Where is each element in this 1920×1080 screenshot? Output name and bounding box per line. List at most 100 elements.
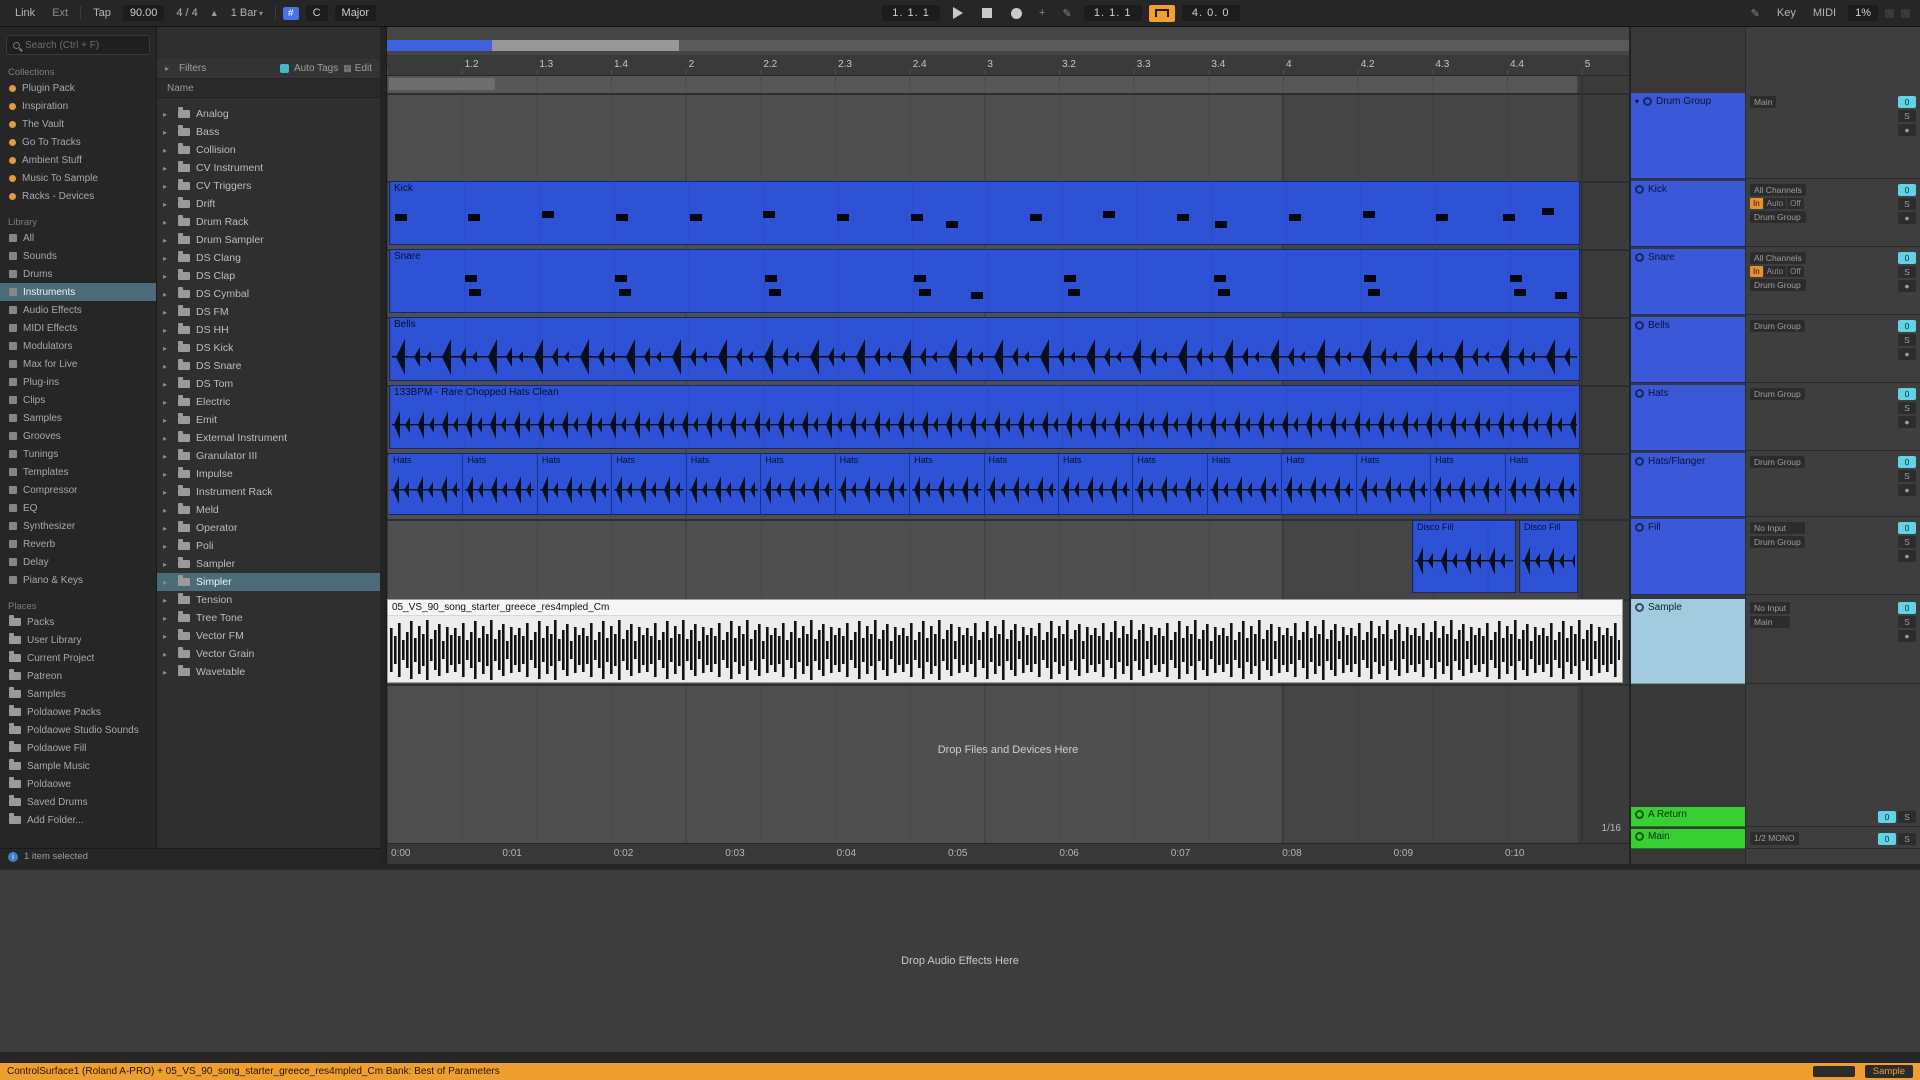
- device-item-emit[interactable]: ▸Emit: [157, 411, 380, 429]
- expand-triangle-icon[interactable]: ▸: [163, 470, 172, 479]
- expand-triangle-icon[interactable]: ▸: [163, 416, 172, 425]
- device-item-external-instrument[interactable]: ▸External Instrument: [157, 429, 380, 447]
- device-item-ds-fm[interactable]: ▸DS FM: [157, 303, 380, 321]
- solo-button[interactable]: S: [1898, 334, 1916, 346]
- sidebar-item-tunings[interactable]: Tunings: [0, 445, 156, 463]
- sidebar-item-modulators[interactable]: Modulators: [0, 337, 156, 355]
- expand-triangle-icon[interactable]: ▸: [163, 272, 172, 281]
- expand-triangle-icon[interactable]: ▸: [163, 650, 172, 659]
- arm-button[interactable]: ●: [1898, 416, 1916, 428]
- sidebar-item-sample-music[interactable]: Sample Music: [0, 757, 156, 775]
- expand-triangle-icon[interactable]: ▸: [163, 254, 172, 263]
- device-item-meld[interactable]: ▸Meld: [157, 501, 380, 519]
- record-button[interactable]: [1005, 5, 1027, 22]
- sidebar-item-reverb[interactable]: Reverb: [0, 535, 156, 553]
- sidebar-item-poldaowe-fill[interactable]: Poldaowe Fill: [0, 739, 156, 757]
- sidebar-item-go-to-tracks[interactable]: Go To Tracks: [0, 133, 156, 151]
- solo-button[interactable]: S: [1898, 616, 1916, 628]
- device-item-ds-cymbal[interactable]: ▸DS Cymbal: [157, 285, 380, 303]
- device-item-cv-instrument[interactable]: ▸CV Instrument: [157, 159, 380, 177]
- sidebar-item-clips[interactable]: Clips: [0, 391, 156, 409]
- monitor-option-in[interactable]: In: [1750, 198, 1763, 209]
- track-header-snare[interactable]: Snare: [1631, 249, 1745, 315]
- clip-hats[interactable]: Hats: [910, 453, 984, 515]
- routing-chip[interactable]: All Channels: [1750, 184, 1806, 196]
- sidebar-item-poldaowe[interactable]: Poldaowe: [0, 775, 156, 793]
- device-item-bass[interactable]: ▸Bass: [157, 123, 380, 141]
- expand-triangle-icon[interactable]: ▸: [163, 218, 172, 227]
- device-item-analog[interactable]: ▸Analog: [157, 105, 380, 123]
- expand-triangle-icon[interactable]: ▸: [163, 362, 172, 371]
- expand-triangle-icon[interactable]: ▸: [163, 200, 172, 209]
- expand-triangle-icon[interactable]: ▸: [163, 560, 172, 569]
- clip-hats[interactable]: Hats: [1431, 453, 1505, 515]
- arrangement-position[interactable]: 1. 1. 1: [882, 5, 940, 21]
- device-item-electric[interactable]: ▸Electric: [157, 393, 380, 411]
- device-item-ds-hh[interactable]: ▸DS HH: [157, 321, 380, 339]
- sidebar-item-piano-keys[interactable]: Piano & Keys: [0, 571, 156, 589]
- group-mini-clip[interactable]: [389, 78, 495, 90]
- sidebar-item-music-to-sample[interactable]: Music To Sample: [0, 169, 156, 187]
- sidebar-item-drums[interactable]: Drums: [0, 265, 156, 283]
- expand-triangle-icon[interactable]: ▸: [163, 596, 172, 605]
- device-item-drum-rack[interactable]: ▸Drum Rack: [157, 213, 380, 231]
- expand-triangle-icon[interactable]: ▸: [163, 128, 172, 137]
- device-item-granulator-iii[interactable]: ▸Granulator III: [157, 447, 380, 465]
- arm-button[interactable]: ●: [1898, 348, 1916, 360]
- expand-triangle-icon[interactable]: ▸: [163, 578, 172, 587]
- expand-triangle-icon[interactable]: ▸: [163, 488, 172, 497]
- device-chain-panel[interactable]: Drop Audio Effects Here: [0, 868, 1920, 1052]
- device-item-impulse[interactable]: ▸Impulse: [157, 465, 380, 483]
- expand-triangle-icon[interactable]: ▸: [163, 524, 172, 533]
- sidebar-item-ambient-stuff[interactable]: Ambient Stuff: [0, 151, 156, 169]
- device-item-ds-clang[interactable]: ▸DS Clang: [157, 249, 380, 267]
- clip-disco-fill[interactable]: Disco Fill: [1519, 520, 1578, 593]
- tap-tempo-button[interactable]: Tap: [88, 5, 116, 21]
- clip-hats[interactable]: Hats: [389, 453, 463, 515]
- solo-button[interactable]: S: [1898, 110, 1916, 122]
- clip-hats[interactable]: Hats: [612, 453, 686, 515]
- routing-chip[interactable]: No Input: [1750, 602, 1790, 614]
- arm-button[interactable]: ●: [1898, 280, 1916, 292]
- sidebar-item-poldaowe-studio-sounds[interactable]: Poldaowe Studio Sounds: [0, 721, 156, 739]
- monitor-option-off[interactable]: Off: [1787, 266, 1804, 277]
- expand-triangle-icon[interactable]: ▸: [163, 380, 172, 389]
- device-item-drum-sampler[interactable]: ▸Drum Sampler: [157, 231, 380, 249]
- arrangement-overview-scrollbar[interactable]: [387, 40, 1629, 51]
- device-item-sampler[interactable]: ▸Sampler: [157, 555, 380, 573]
- solo-button[interactable]: S: [1898, 198, 1916, 210]
- device-item-drift[interactable]: ▸Drift: [157, 195, 380, 213]
- scale-name-select[interactable]: Major: [335, 5, 377, 21]
- volume-box[interactable]: 0: [1878, 833, 1896, 845]
- expand-triangle-icon[interactable]: ▸: [163, 614, 172, 623]
- solo-button[interactable]: S: [1898, 811, 1916, 823]
- volume-box[interactable]: 0: [1898, 602, 1916, 614]
- sidebar-item-packs[interactable]: Packs: [0, 613, 156, 631]
- time-signature[interactable]: 4 / 4: [171, 5, 202, 21]
- routing-chip[interactable]: Drum Group: [1750, 388, 1805, 400]
- expand-triangle-icon[interactable]: ▸: [163, 236, 172, 245]
- routing-chip[interactable]: Main: [1750, 96, 1776, 108]
- routing-chip[interactable]: All Channels: [1750, 252, 1806, 264]
- track-header-main[interactable]: Main: [1631, 829, 1745, 849]
- volume-box[interactable]: 0: [1898, 522, 1916, 534]
- clip-hats[interactable]: Hats: [1506, 453, 1580, 515]
- sidebar-item-plugin-pack[interactable]: Plugin Pack: [0, 79, 156, 97]
- sidebar-item-audio-effects[interactable]: Audio Effects: [0, 301, 156, 319]
- ext-sync-button[interactable]: Ext: [47, 5, 73, 21]
- expand-triangle-icon[interactable]: ▸: [163, 308, 172, 317]
- sidebar-item-sounds[interactable]: Sounds: [0, 247, 156, 265]
- draw-mode-button[interactable]: ✎: [1746, 5, 1765, 22]
- sidebar-item-eq[interactable]: EQ: [0, 499, 156, 517]
- unfold-icon[interactable]: ▾: [1635, 97, 1639, 106]
- monitor-option-auto[interactable]: Auto: [1764, 266, 1786, 277]
- clip-hats[interactable]: Hats: [836, 453, 910, 515]
- solo-button[interactable]: S: [1898, 402, 1916, 414]
- sidebar-item-current-project[interactable]: Current Project: [0, 649, 156, 667]
- arm-button[interactable]: ●: [1898, 484, 1916, 496]
- solo-button[interactable]: S: [1898, 833, 1916, 845]
- auto-tags-toggle[interactable]: Auto Tags: [294, 63, 338, 74]
- expand-triangle-icon[interactable]: ▸: [163, 182, 172, 191]
- expand-triangle-icon[interactable]: ▸: [163, 110, 172, 119]
- clip-kick[interactable]: Kick: [389, 181, 1580, 245]
